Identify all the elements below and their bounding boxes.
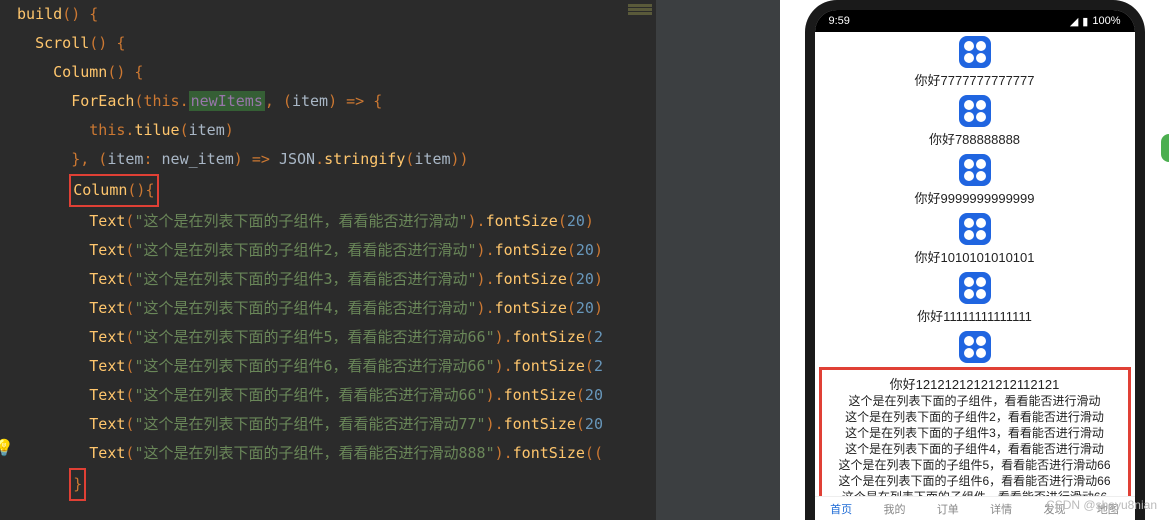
- sub-text: 这个是在列表下面的子组件，看看能否进行滑动66: [824, 489, 1126, 496]
- app-icon: [959, 272, 991, 304]
- code-line: build() {: [8, 0, 656, 29]
- code-line: Text("这个是在列表下面的子组件4，看看能否进行滑动").fontSize(…: [8, 294, 656, 323]
- code-line: Text("这个是在列表下面的子组件2，看看能否进行滑动").fontSize(…: [8, 236, 656, 265]
- code-line: Column() {: [8, 58, 656, 87]
- sub-text: 这个是在列表下面的子组件4，看看能否进行滑动: [824, 441, 1126, 457]
- list-item[interactable]: 你好7777777777777: [815, 32, 1135, 91]
- sub-text: 这个是在列表下面的子组件3，看看能否进行滑动: [824, 425, 1126, 441]
- watermark: CSDN @shayu8nian: [1046, 498, 1157, 512]
- list-item[interactable]: 你好9999999999999: [815, 150, 1135, 209]
- list-item[interactable]: 你好11111111111111: [815, 268, 1135, 327]
- signal-icon: ◢: [1070, 15, 1078, 28]
- list-item-label: 你好11111111111111: [815, 306, 1135, 325]
- highlight-annotation: Column(){: [69, 174, 158, 207]
- list-item-label: 你好1010101010101: [815, 247, 1135, 266]
- status-time: 9:59: [829, 15, 850, 27]
- nav-detail[interactable]: 详情: [990, 501, 1012, 517]
- nav-orders[interactable]: 订单: [937, 501, 959, 517]
- code-line: Text("这个是在列表下面的子组件，看看能否进行滑动888").fontSiz…: [8, 439, 656, 468]
- device-frame: 9:59 ◢ ▮ 100% 你好7777777777777 你好788888888…: [805, 0, 1145, 520]
- code-line: }, (item: new_item) => JSON.stringify(it…: [8, 145, 656, 174]
- code-line: Text("这个是在列表下面的子组件6，看看能否进行滑动66").fontSiz…: [8, 352, 656, 381]
- code-line: }: [8, 468, 656, 501]
- nav-mine[interactable]: 我的: [883, 501, 905, 517]
- code-line: Text("这个是在列表下面的子组件，看看能否进行滑动77").fontSize…: [8, 410, 656, 439]
- code-line: ForEach(this.newItems, (item) => {: [8, 87, 656, 116]
- battery-icon: ▮: [1082, 15, 1088, 28]
- list-item-label: 你好7777777777777: [815, 70, 1135, 89]
- app-icon: [959, 154, 991, 186]
- list-item[interactable]: 你好788888888: [815, 91, 1135, 150]
- sub-text: 这个是在列表下面的子组件2，看看能否进行滑动: [824, 409, 1126, 425]
- list-item[interactable]: 你好1010101010101: [815, 209, 1135, 268]
- list-item-label: 你好788888888: [815, 129, 1135, 148]
- app-icon: [959, 36, 991, 68]
- battery-percent: 100%: [1092, 15, 1120, 27]
- app-icon: [959, 213, 991, 245]
- code-line: Scroll() {: [8, 29, 656, 58]
- sub-text: 这个是在列表下面的子组件6，看看能否进行滑动66: [824, 473, 1126, 489]
- highlight-annotation: 你好12121212121212112121 这个是在列表下面的子组件，看看能否…: [819, 367, 1131, 496]
- highlight-annotation: }: [69, 468, 86, 501]
- code-line: Text("这个是在列表下面的子组件，看看能否进行滑动66").fontSize…: [8, 381, 656, 410]
- code-editor[interactable]: build() { Scroll() { Column() { ForEach(…: [0, 0, 656, 520]
- lightbulb-icon[interactable]: 💡: [0, 433, 14, 462]
- code-line: this.tilue(item): [8, 116, 656, 145]
- sub-text: 这个是在列表下面的子组件，看看能否进行滑动: [824, 393, 1126, 409]
- nav-home[interactable]: 首页: [830, 501, 852, 517]
- panel-divider: [656, 0, 780, 520]
- sub-text: 这个是在列表下面的子组件5，看看能否进行滑动66: [824, 457, 1126, 473]
- list-item-label: 你好9999999999999: [815, 188, 1135, 207]
- app-icon: [959, 331, 991, 363]
- notch: [930, 10, 1020, 28]
- minimap: [628, 4, 652, 16]
- phone-content[interactable]: 你好7777777777777 你好788888888 你好999999999999…: [815, 32, 1135, 496]
- code-line: Text("这个是在列表下面的子组件3，看看能否进行滑动").fontSize(…: [8, 265, 656, 294]
- code-line: Text("这个是在列表下面的子组件5，看看能否进行滑动66").fontSiz…: [8, 323, 656, 352]
- code-line: Column(){: [8, 174, 656, 207]
- preview-panel: 9:59 ◢ ▮ 100% 你好7777777777777 你好788888888…: [780, 0, 1169, 520]
- list-item-label: 你好12121212121212112121: [824, 374, 1126, 393]
- side-indicator: [1161, 134, 1169, 162]
- app-icon: [959, 95, 991, 127]
- code-line: Text("这个是在列表下面的子组件，看看能否进行滑动").fontSize(2…: [8, 207, 656, 236]
